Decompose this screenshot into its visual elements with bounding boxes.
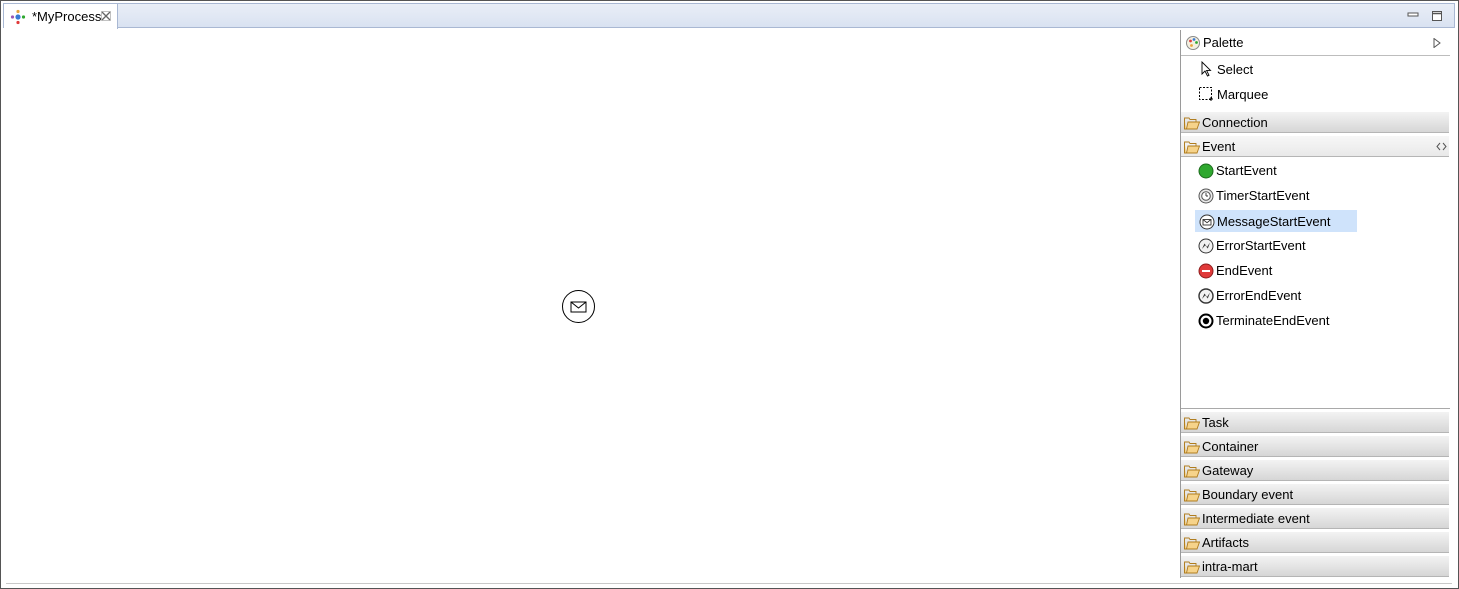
divider [6,583,1452,584]
tool-marquee-label: Marquee [1217,87,1269,102]
palette-item-message-start-event[interactable]: MessageStartEvent [1195,210,1357,232]
drawer-intermediate-event[interactable]: Intermediate event [1181,507,1449,529]
drawer-task[interactable]: Task [1181,411,1449,433]
drawer-container-label: Container [1202,439,1259,454]
palette-item-end-event[interactable]: EndEvent [1195,260,1357,282]
palette-icon [1186,36,1200,50]
palette: Palette Select Marquee Connection Event … [1180,30,1450,578]
editor-tab-bar: *MyProcess [3,3,1455,29]
end-event-icon [1198,263,1214,279]
drawer-artifacts-label: Artifacts [1202,535,1249,550]
editor-window: *MyProcess Palette Select Marquee Connec… [0,0,1459,589]
start-event-label: StartEvent [1216,163,1277,178]
editor-tab-title: *MyProcess [32,9,102,24]
envelope-icon [570,301,587,313]
error-start-event-icon [1198,238,1214,254]
drawer-intra-mart-label: intra-mart [1202,559,1258,574]
palette-item-error-end-event[interactable]: ErrorEndEvent [1195,285,1357,307]
palette-item-timer-start-event[interactable]: TimerStartEvent [1195,185,1357,207]
end-event-label: EndEvent [1216,263,1273,278]
timer-start-event-icon [1198,188,1214,204]
pin-icon[interactable] [1436,142,1447,151]
folder-open-icon [1184,441,1200,454]
marquee-icon [1199,87,1213,101]
message-start-event-label: MessageStartEvent [1217,214,1331,229]
drawer-intra-mart[interactable]: intra-mart [1181,555,1449,577]
message-start-event-node[interactable] [562,290,595,323]
folder-open-icon [1184,141,1200,154]
tool-select-label: Select [1217,62,1254,77]
folder-open-icon [1184,465,1200,478]
error-end-event-icon [1198,288,1214,304]
palette-item-start-event[interactable]: StartEvent [1195,160,1357,182]
error-end-event-label: ErrorEndEvent [1216,288,1302,303]
collapse-arrow-icon[interactable] [1433,38,1441,48]
palette-item-error-start-event[interactable]: ErrorStartEvent [1195,235,1357,257]
folder-open-icon [1184,417,1200,430]
folder-open-icon [1184,117,1200,130]
drawer-boundary-event-label: Boundary event [1202,487,1294,502]
folder-open-icon [1184,537,1200,550]
folder-open-icon [1184,513,1200,526]
process-icon [10,9,26,25]
palette-item-terminate-end-event[interactable]: TerminateEndEvent [1195,310,1357,332]
minimize-icon[interactable] [1406,9,1420,23]
timer-start-event-label: TimerStartEvent [1216,188,1310,203]
terminate-end-event-label: TerminateEndEvent [1216,313,1330,328]
drawer-connection[interactable]: Connection [1181,111,1449,133]
drawer-intermediate-event-label: Intermediate event [1202,511,1310,526]
drawer-artifacts[interactable]: Artifacts [1181,531,1449,553]
drawer-gateway-label: Gateway [1202,463,1254,478]
folder-open-icon [1184,489,1200,502]
palette-title: Palette [1203,35,1244,50]
tool-marquee[interactable]: Marquee [1195,84,1375,104]
arrow-pointer-icon [1201,61,1212,77]
close-icon[interactable] [100,10,112,22]
drawer-event-label: Event [1202,139,1236,154]
diagram-canvas[interactable] [6,30,1179,582]
maximize-icon[interactable] [1430,9,1444,23]
terminate-end-event-icon [1198,313,1214,329]
start-event-icon [1198,163,1214,179]
editor-tab-myprocess[interactable]: *MyProcess [4,4,118,29]
drawer-boundary-event[interactable]: Boundary event [1181,483,1449,505]
drawer-connection-label: Connection [1202,115,1268,130]
palette-divider [1181,408,1450,409]
message-start-event-icon [1199,214,1215,230]
drawer-task-label: Task [1202,415,1229,430]
tool-select[interactable]: Select [1195,59,1375,79]
drawer-event[interactable]: Event [1181,135,1449,157]
drawer-gateway[interactable]: Gateway [1181,459,1449,481]
folder-open-icon [1184,561,1200,574]
palette-header[interactable]: Palette [1181,30,1450,56]
error-start-event-label: ErrorStartEvent [1216,238,1306,253]
drawer-container[interactable]: Container [1181,435,1449,457]
